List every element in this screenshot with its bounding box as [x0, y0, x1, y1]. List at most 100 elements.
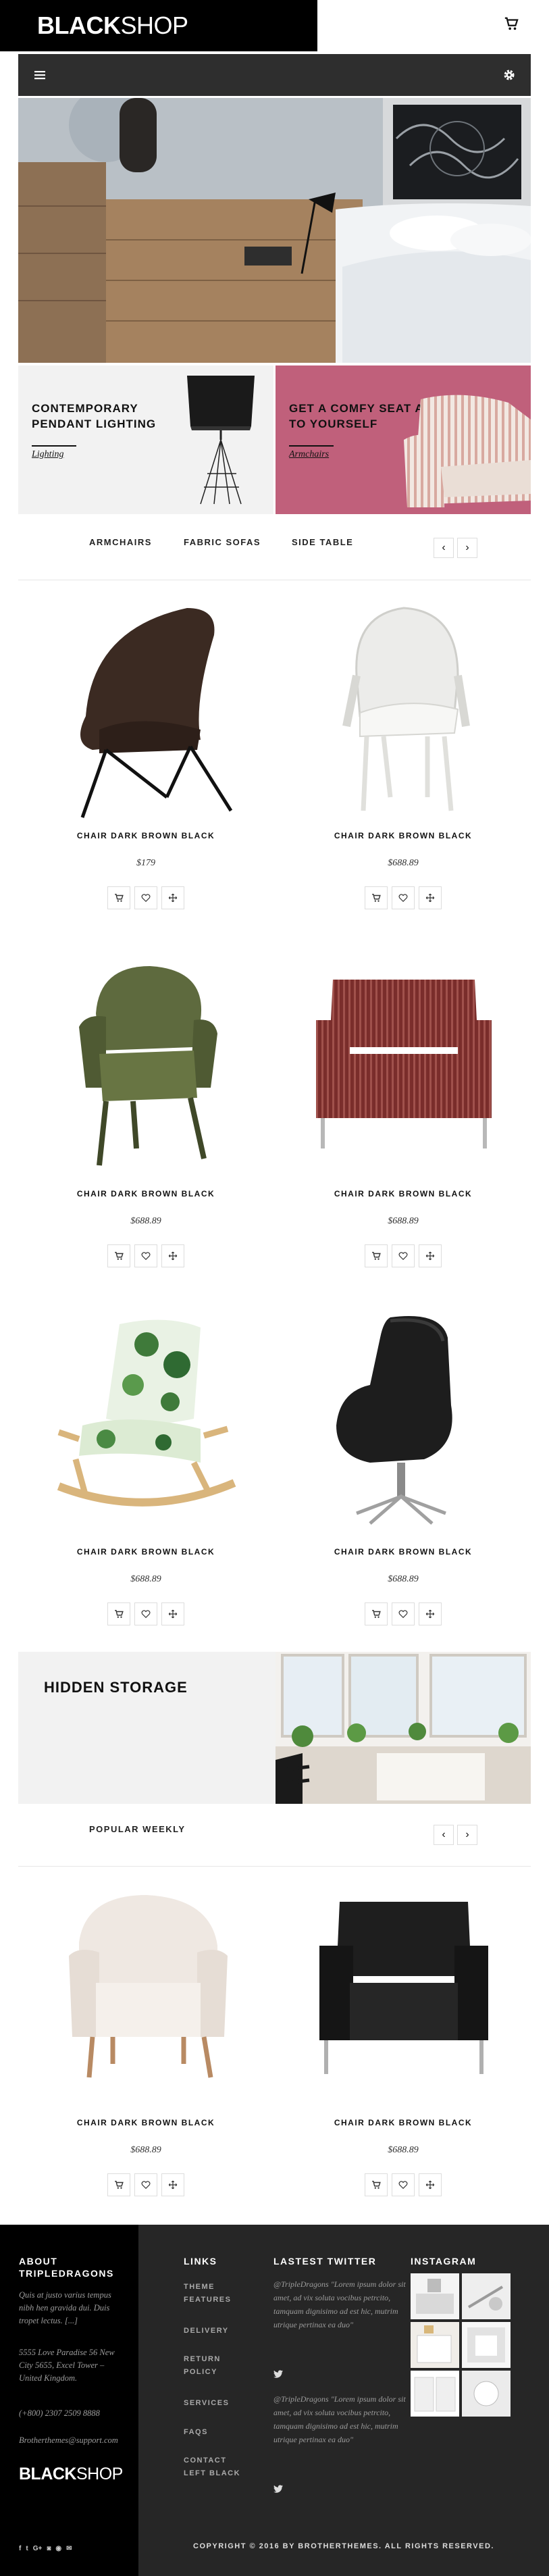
instagram-thumb[interactable]: [411, 2273, 459, 2319]
product-image-rocking-chair[interactable]: [32, 1311, 260, 1540]
wishlist-button[interactable]: [134, 2173, 157, 2196]
footer-link-faqs[interactable]: FAQS: [184, 2426, 244, 2439]
compare-button[interactable]: [161, 886, 184, 909]
compare-button[interactable]: [161, 1602, 184, 1625]
main-navbar: [18, 54, 531, 96]
product-card[interactable]: CHAIR DARK BROWN BLACK $688.89: [18, 953, 273, 1311]
add-to-cart-button[interactable]: [365, 1244, 388, 1267]
product-image-white-wicker[interactable]: [289, 595, 517, 824]
footer-link-services[interactable]: SERVICES: [184, 2397, 244, 2410]
product-image-black-leather-armchair[interactable]: [289, 1882, 517, 2111]
popular-weekly-header: POPULAR WEEKLY ‹ ›: [18, 1814, 531, 1854]
product-actions: [98, 886, 194, 909]
compare-button[interactable]: [419, 1602, 442, 1625]
add-to-cart-button[interactable]: [365, 1602, 388, 1625]
move-icon: [168, 893, 178, 903]
promo-armchairs[interactable]: GET A COMFY SEAT ALL TO YOURSELF Armchai…: [276, 365, 531, 514]
footer-logo[interactable]: BLACKSHOP: [19, 2465, 123, 2484]
wishlist-button[interactable]: [134, 1244, 157, 1267]
add-to-cart-button[interactable]: [365, 886, 388, 909]
rss-icon[interactable]: ◉: [55, 2545, 61, 2552]
heart-icon: [398, 1252, 408, 1261]
add-to-cart-button[interactable]: [365, 2173, 388, 2196]
product-name[interactable]: CHAIR DARK BROWN BLACK: [18, 831, 273, 840]
product-card[interactable]: CHAIR DARK BROWN BLACK $688.89: [18, 1882, 273, 2240]
about-address: 5555 Love Paradise 56 New City 5655, Exc…: [19, 2348, 115, 2383]
promo-lighting[interactable]: CONTEMPORARY PENDANT LIGHTING Lighting: [18, 365, 273, 514]
instagram-thumb[interactable]: [411, 2322, 459, 2368]
promo-link-lighting[interactable]: Lighting: [32, 449, 63, 460]
product-image-black-swivel[interactable]: [289, 1311, 517, 1540]
mail-icon[interactable]: ✉: [66, 2545, 72, 2552]
promo-link-armchairs[interactable]: Armchairs: [289, 449, 329, 460]
compare-button[interactable]: [419, 1244, 442, 1267]
product-image-striped-armchair[interactable]: [289, 953, 517, 1182]
about-heading-line2: TRIPLEDRAGONS: [19, 2268, 114, 2279]
product-name[interactable]: CHAIR DARK BROWN BLACK: [276, 2118, 531, 2127]
hamburger-icon[interactable]: [34, 69, 46, 81]
wishlist-button[interactable]: [392, 2173, 415, 2196]
instagram-thumb[interactable]: [462, 2322, 511, 2368]
footer-link-contact[interactable]: CONTACT LEFT BLACK: [184, 2454, 251, 2480]
prev-arrow-button[interactable]: ‹: [434, 538, 454, 558]
wishlist-button[interactable]: [134, 886, 157, 909]
twitter-icon[interactable]: t: [26, 2545, 28, 2552]
footer-link-return-policy[interactable]: RETURN POLICY: [184, 2353, 244, 2379]
next-arrow-button[interactable]: ›: [457, 1825, 477, 1845]
product-name[interactable]: CHAIR DARK BROWN BLACK: [18, 1547, 273, 1557]
google-plus-icon[interactable]: G+: [33, 2545, 43, 2552]
gear-icon[interactable]: [502, 68, 516, 82]
product-name[interactable]: CHAIR DARK BROWN BLACK: [276, 1189, 531, 1198]
site-logo[interactable]: BLACKSHOP: [37, 11, 188, 40]
add-to-cart-button[interactable]: [107, 1602, 130, 1625]
product-card[interactable]: CHAIR DARK BROWN BLACK $688.89: [276, 1882, 531, 2240]
product-card[interactable]: CHAIR DARK BROWN BLACK $179: [18, 595, 273, 953]
product-price: $688.89: [388, 2145, 419, 2155]
category-tabs: ARMCHAIRS FABRIC SOFAS SIDE TABLE ‹ ›: [18, 527, 531, 567]
tab-armchairs[interactable]: ARMCHAIRS: [89, 537, 152, 547]
wishlist-button[interactable]: [134, 1602, 157, 1625]
product-image-cream-tub-chair[interactable]: [32, 1882, 260, 2111]
product-image-rattan-lounge[interactable]: [32, 595, 260, 824]
hero-banner[interactable]: [18, 98, 531, 363]
about-email[interactable]: Brotherthemes@support.com: [19, 2434, 134, 2447]
footer-about-column: ABOUT TRIPLEDRAGONS Quis at justo varius…: [0, 2225, 138, 2576]
instagram-thumb[interactable]: [411, 2371, 459, 2417]
product-name[interactable]: CHAIR DARK BROWN BLACK: [18, 1189, 273, 1198]
twitter-icon[interactable]: [273, 2485, 283, 2493]
product-name[interactable]: CHAIR DARK BROWN BLACK: [18, 2118, 273, 2127]
hidden-storage-banner[interactable]: HIDDEN STORAGE: [18, 1652, 531, 1804]
tab-side-table[interactable]: SIDE TABLE: [292, 537, 353, 547]
compare-button[interactable]: [161, 2173, 184, 2196]
cart-icon[interactable]: [504, 16, 519, 31]
next-arrow-button[interactable]: ›: [457, 538, 477, 558]
footer-link-theme-features[interactable]: THEME FEATURES: [184, 2281, 244, 2306]
wishlist-button[interactable]: [392, 886, 415, 909]
compare-button[interactable]: [419, 886, 442, 909]
instagram-thumb[interactable]: [462, 2273, 511, 2319]
product-name[interactable]: CHAIR DARK BROWN BLACK: [276, 1547, 531, 1557]
compare-button[interactable]: [161, 1244, 184, 1267]
product-card[interactable]: CHAIR DARK BROWN BLACK $688.89: [276, 953, 531, 1311]
prev-arrow-button[interactable]: ‹: [434, 1825, 454, 1845]
wishlist-button[interactable]: [392, 1244, 415, 1267]
twitter-icon[interactable]: [273, 2370, 283, 2378]
facebook-icon[interactable]: f: [19, 2545, 21, 2552]
product-price: $179: [136, 858, 155, 868]
instagram-thumb[interactable]: [462, 2371, 511, 2417]
move-icon: [425, 893, 435, 903]
product-name[interactable]: CHAIR DARK BROWN BLACK: [276, 831, 531, 840]
product-card[interactable]: CHAIR DARK BROWN BLACK $688.89: [18, 1311, 273, 1669]
instagram-icon[interactable]: ◙: [47, 2545, 51, 2552]
add-to-cart-button[interactable]: [107, 2173, 130, 2196]
add-to-cart-button[interactable]: [107, 886, 130, 909]
product-card[interactable]: CHAIR DARK BROWN BLACK $688.89: [276, 595, 531, 953]
footer-link-delivery[interactable]: DELIVERY: [184, 2325, 244, 2338]
product-card[interactable]: CHAIR DARK BROWN BLACK $688.89: [276, 1311, 531, 1669]
product-image-green-rattan[interactable]: [32, 953, 260, 1182]
instagram-grid: [411, 2273, 512, 2417]
wishlist-button[interactable]: [392, 1602, 415, 1625]
add-to-cart-button[interactable]: [107, 1244, 130, 1267]
tab-fabric-sofas[interactable]: FABRIC SOFAS: [184, 537, 261, 547]
compare-button[interactable]: [419, 2173, 442, 2196]
